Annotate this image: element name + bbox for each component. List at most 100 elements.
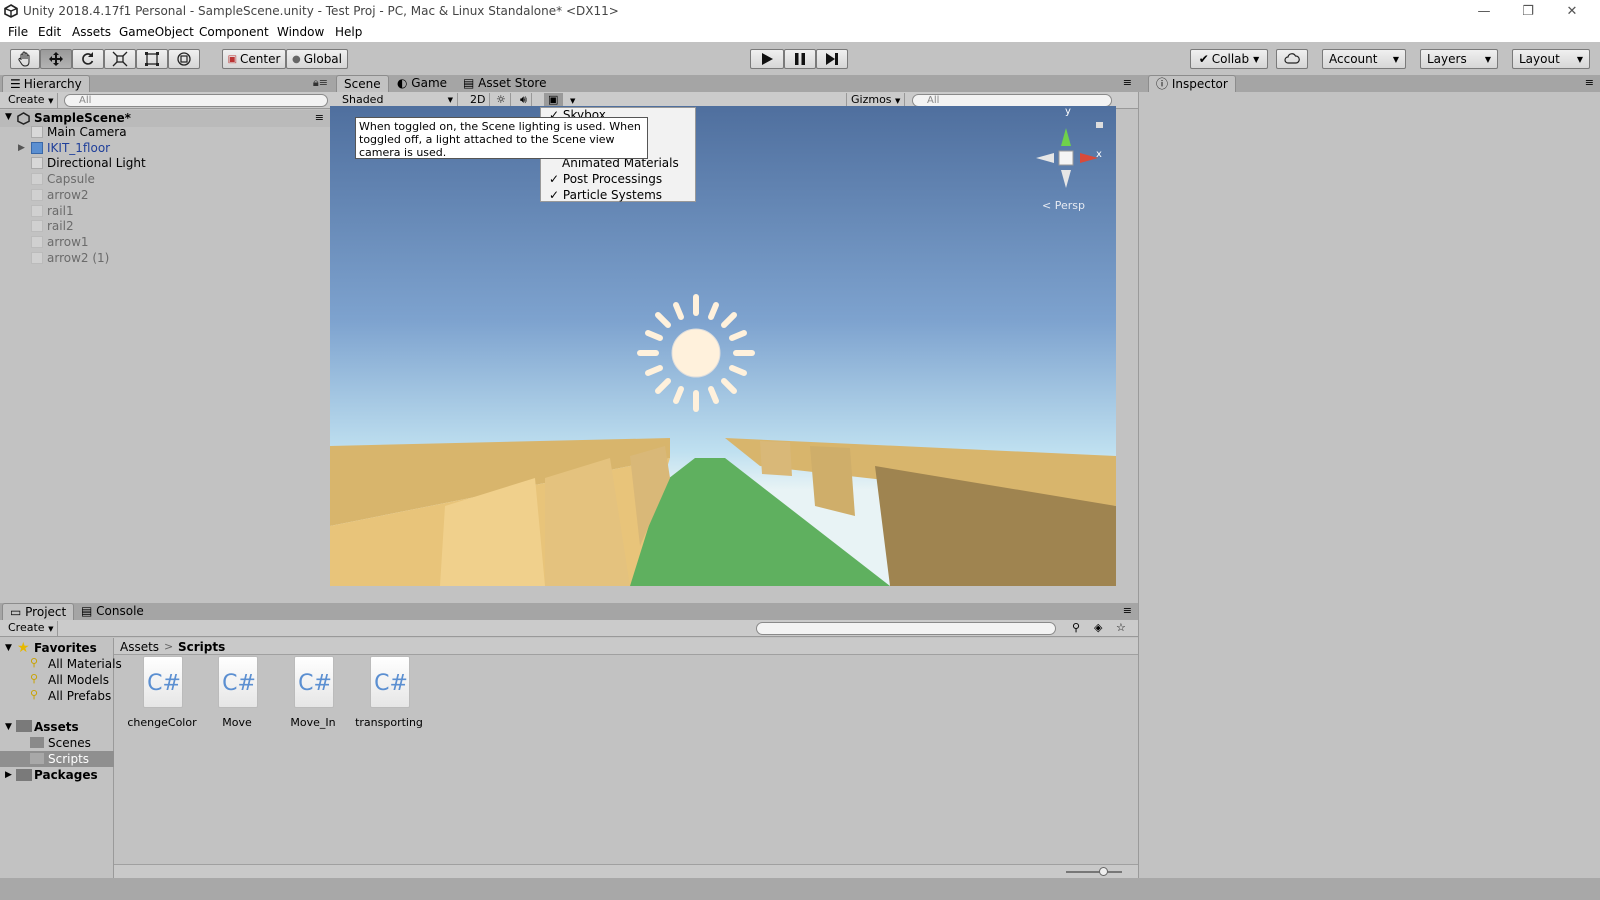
expand-arrow-icon[interactable]: ▼ — [5, 643, 12, 653]
tab-asset-store[interactable]: ▤ Asset Store — [456, 75, 554, 92]
cs-script-icon[interactable]: C# — [370, 656, 410, 708]
hierarchy-tabbar: ☰ Hierarchy 🔒︎≡ — [0, 75, 334, 92]
tab-game[interactable]: ◐ Game — [390, 75, 454, 92]
assets-folder[interactable]: Assets — [34, 720, 79, 734]
breadcrumb: Assets > Scripts — [114, 638, 1138, 655]
cloud-icon — [1284, 53, 1300, 64]
menu-item-particle-systems[interactable]: ✓ Particle Systems — [549, 188, 662, 202]
play-button[interactable] — [750, 49, 784, 69]
filter-type-icon[interactable]: ⚲ — [1072, 621, 1080, 634]
menu-help[interactable]: Help — [335, 25, 362, 39]
hierarchy-create-button[interactable]: Create ▼ — [4, 93, 59, 108]
filter-label-icon[interactable]: ◈ — [1094, 621, 1102, 634]
space-global-button[interactable]: ● Global — [286, 49, 348, 69]
folder-scripts[interactable]: Scripts — [48, 752, 89, 766]
collab-button[interactable]: ✔ Collab ▼ — [1190, 49, 1268, 69]
favorite-item[interactable]: All Materials — [48, 657, 122, 671]
zoom-slider-thumb[interactable] — [1098, 867, 1108, 876]
expand-arrow-icon[interactable]: ▼ — [5, 112, 12, 122]
gameobject-icon — [31, 205, 43, 217]
cloud-button[interactable] — [1276, 49, 1308, 69]
transform-tool-button[interactable] — [168, 49, 200, 69]
breadcrumb-separator-icon: > — [164, 640, 174, 653]
move-tool-button[interactable] — [40, 49, 72, 69]
scene-viewport[interactable]: y x < Persp — [330, 106, 1116, 586]
tab-project[interactable]: ▭ Project — [2, 603, 75, 620]
menu-file[interactable]: File — [8, 25, 28, 39]
tab-inspector[interactable]: ⓘ Inspector — [1148, 75, 1236, 92]
favorites-label[interactable]: Favorites — [34, 641, 97, 655]
account-dropdown[interactable]: Account ▼ — [1322, 49, 1406, 69]
hierarchy-item[interactable]: Capsule — [47, 172, 95, 186]
layout-dropdown[interactable]: Layout ▼ — [1512, 49, 1590, 69]
project-search-input[interactable] — [756, 622, 1056, 635]
folder-icon: ▭ — [10, 605, 26, 619]
breadcrumb-scripts[interactable]: Scripts — [178, 640, 225, 654]
panel-menu-icon[interactable]: ≡ — [1123, 76, 1132, 89]
cs-script-icon[interactable]: C# — [143, 656, 183, 708]
status-bar — [0, 878, 1600, 900]
folder-scenes[interactable]: Scenes — [48, 736, 91, 750]
panel-menu-icon[interactable]: 🔒︎≡ — [313, 76, 328, 90]
gameobject-icon — [31, 252, 43, 264]
hierarchy-item[interactable]: Directional Light — [47, 156, 146, 170]
main-toolbar: ▣ Center ● Global ✔ Collab ▼ Account ▼ Layers… — [0, 42, 1600, 76]
file-label[interactable]: Move_In — [273, 716, 353, 729]
hierarchy-item[interactable]: rail2 — [47, 219, 74, 233]
hierarchy-item[interactable]: arrow2 — [47, 188, 89, 202]
project-create-button[interactable]: Create ▼ — [4, 621, 59, 636]
minimize-button[interactable]: — — [1462, 0, 1506, 24]
file-label[interactable]: Move — [197, 716, 277, 729]
menu-assets[interactable]: Assets — [72, 25, 111, 39]
hierarchy-item[interactable]: IKIT_1floor — [47, 141, 110, 155]
rect-tool-button[interactable] — [136, 49, 168, 69]
menu-item-post-processings[interactable]: ✓ Post Processings — [549, 172, 662, 186]
star-icon: ★ — [17, 640, 30, 656]
panel-menu-icon[interactable]: ≡ — [1585, 76, 1594, 89]
hierarchy-item[interactable]: Main Camera — [47, 125, 127, 139]
tab-hierarchy[interactable]: ☰ Hierarchy — [2, 75, 90, 92]
close-button[interactable]: ✕ — [1550, 0, 1594, 24]
folder-icon — [30, 737, 44, 748]
menu-component[interactable]: Component — [199, 25, 269, 39]
panel-menu-icon[interactable]: ≡ — [1123, 604, 1132, 617]
layers-dropdown[interactable]: Layers ▼ — [1420, 49, 1498, 69]
step-button[interactable] — [816, 49, 848, 69]
scale-tool-button[interactable] — [104, 49, 136, 69]
rotate-tool-button[interactable] — [72, 49, 104, 69]
pause-button[interactable] — [784, 49, 816, 69]
expand-arrow-icon[interactable]: ▶ — [5, 770, 12, 780]
favorite-star-icon[interactable]: ☆ — [1116, 621, 1126, 634]
expand-arrow-icon[interactable]: ▼ — [5, 722, 12, 732]
cs-script-icon[interactable]: C# — [218, 656, 258, 708]
hierarchy-search-input[interactable]: All — [64, 94, 328, 107]
menu-gameobject[interactable]: GameObject — [119, 25, 194, 39]
packages-folder[interactable]: Packages — [34, 768, 98, 782]
expand-arrow-icon[interactable]: ▶ — [18, 143, 25, 153]
hierarchy-item[interactable]: arrow1 — [47, 235, 89, 249]
scale-icon — [112, 51, 128, 67]
file-label[interactable]: transporting — [349, 716, 429, 729]
lighting-tooltip: When toggled on, the Scene lighting is u… — [355, 117, 648, 159]
menu-edit[interactable]: Edit — [38, 25, 61, 39]
tab-console[interactable]: ▤ Console — [74, 603, 151, 620]
pivot-center-button[interactable]: ▣ Center — [222, 49, 286, 69]
hierarchy-item[interactable]: rail1 — [47, 204, 74, 218]
hand-icon — [18, 51, 30, 67]
gamepad-icon: ◐ — [397, 76, 412, 90]
hand-tool-button[interactable] — [10, 49, 40, 69]
breadcrumb-assets[interactable]: Assets — [120, 640, 159, 654]
favorite-item[interactable]: All Prefabs — [48, 689, 111, 703]
tab-scene[interactable]: Scene — [336, 75, 389, 92]
file-label[interactable]: chengeColor — [122, 716, 202, 729]
restore-button[interactable]: ❐ — [1506, 0, 1550, 24]
zoom-slider-track[interactable] — [1066, 871, 1122, 873]
search-icon: ⚲ — [30, 672, 39, 685]
scene-menu-icon[interactable]: ≡ — [315, 111, 324, 124]
menu-window[interactable]: Window — [277, 25, 324, 39]
cs-script-icon[interactable]: C# — [294, 656, 334, 708]
favorite-item[interactable]: All Models — [48, 673, 109, 687]
hierarchy-item[interactable]: arrow2 (1) — [47, 251, 109, 265]
persp-label[interactable]: < Persp — [1042, 199, 1085, 212]
play-icon — [762, 53, 773, 65]
